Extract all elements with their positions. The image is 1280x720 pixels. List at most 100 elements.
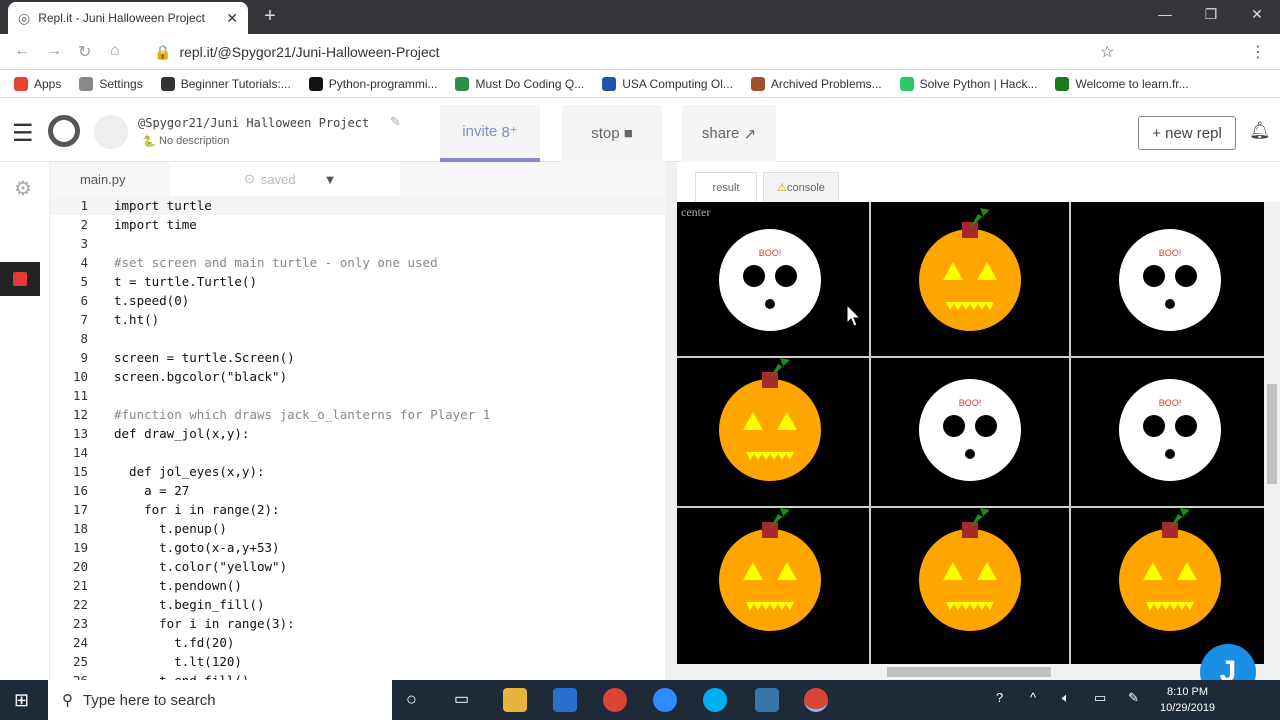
vertical-scrollbar[interactable] [1264, 202, 1280, 664]
line-text: for i in range(2): [114, 502, 280, 517]
forward-icon[interactable]: → [46, 42, 62, 60]
code-line[interactable]: 18 t.penup() [50, 519, 665, 538]
code-line[interactable]: 14 [50, 443, 665, 462]
repl-description[interactable]: No description [159, 135, 229, 147]
menu-kebab-icon[interactable]: ⋮ [1250, 42, 1266, 62]
file-explorer-icon[interactable] [503, 688, 527, 712]
code-line[interactable]: 20 t.color("yellow") [50, 557, 665, 576]
line-number: 6 [80, 293, 88, 308]
code-editor[interactable]: main.py ⊙ saved ▼ 1 import turtle 2 import ti… [50, 162, 665, 680]
edit-pencil-icon[interactable]: ✎ [390, 114, 401, 130]
code-line[interactable]: 10 screen.bgcolor("black") [50, 367, 665, 386]
chrome-icon[interactable] [603, 688, 627, 712]
clock[interactable]: 8:10 PM 10/29/2019 [1160, 684, 1215, 716]
back-icon[interactable]: ← [14, 42, 30, 60]
minimize-icon[interactable]: — [1150, 6, 1180, 22]
code-line[interactable]: 25 t.lt(120) [50, 652, 665, 671]
bookmark-item[interactable]: Welcome to learn.fr... [1055, 76, 1189, 91]
code-line[interactable]: 8 [50, 329, 665, 348]
line-number: 22 [72, 597, 88, 612]
line-text: t.color("yellow") [114, 559, 288, 574]
bookmark-item[interactable]: Solve Python | Hack... [899, 76, 1037, 91]
code-line[interactable]: 17 for i in range(2): [50, 500, 665, 519]
code-line[interactable]: 15 def jol_eyes(x,y): [50, 462, 665, 481]
code-line[interactable]: 2 import time [50, 215, 665, 234]
pumpkin-stem [962, 522, 978, 538]
file-tab-main[interactable]: main.py [50, 172, 156, 187]
bookmark-item[interactable]: Must Do Coding Q... [455, 76, 584, 91]
code-line[interactable]: 16 a = 27 [50, 481, 665, 500]
reload-icon[interactable]: ↻ [78, 42, 91, 62]
browser-tab[interactable]: ◎ Repl.it - Juni Halloween Project ✕ [8, 2, 248, 34]
dropdown-caret-icon[interactable]: ▼ [324, 172, 337, 187]
code-line[interactable]: 22 t.begin_fill() [50, 595, 665, 614]
url-input[interactable]: 🔒 repl.it/@Spygor21/Juni-Halloween-Proje… [140, 38, 1140, 66]
ghost-eye [1143, 265, 1165, 287]
battery-icon[interactable]: ▭ [1094, 690, 1106, 706]
code-line[interactable]: 6 t.speed(0) [50, 291, 665, 310]
taskbar-search[interactable]: ⚲ Type here to search [48, 680, 392, 720]
bookmark-item[interactable]: Python-programmi... [308, 76, 437, 91]
bookmark-item[interactable]: Archived Problems... [750, 76, 882, 91]
code-line[interactable]: 13 def draw_jol(x,y): [50, 424, 665, 443]
tab-console[interactable]: ⚠ console [763, 172, 839, 202]
settings-gear-icon[interactable]: ⚙ [14, 176, 32, 201]
code-line[interactable]: 21 t.pendown() [50, 576, 665, 595]
code-lines[interactable]: 1 import turtle 2 import time 3 4 #set screen … [50, 196, 665, 680]
code-line[interactable]: 1 import turtle [50, 196, 665, 215]
hamburger-menu-icon[interactable]: ☰ [12, 119, 34, 148]
code-line[interactable]: 12 #function which draws jack_o_lanterns … [50, 405, 665, 424]
share-button[interactable]: share ↗ [682, 105, 776, 162]
zoom-icon[interactable] [653, 688, 677, 712]
code-line[interactable]: 9 screen = turtle.Screen() [50, 348, 665, 367]
notification-bell-icon[interactable]: 🔔︎ [1249, 121, 1271, 141]
stop-button[interactable]: stop ■ [562, 105, 662, 162]
restore-icon[interactable]: ❐ [1196, 6, 1226, 23]
replit-logo-icon[interactable] [48, 115, 80, 147]
bookmark-item[interactable]: USA Computing Ol... [602, 76, 733, 91]
cortana-icon[interactable]: ○ [406, 689, 417, 710]
code-line[interactable]: 24 t.fd(20) [50, 633, 665, 652]
new-repl-button[interactable]: + new repl [1138, 116, 1236, 150]
pane-resize-handle[interactable] [665, 162, 677, 680]
repl-title[interactable]: @Spygor21/Juni Halloween Project [138, 116, 369, 130]
code-line[interactable]: 23 for i in range(3): [50, 614, 665, 633]
invite-button[interactable]: invite 8⁺ [440, 105, 540, 162]
windows-start-icon[interactable]: ⊞ [14, 690, 29, 711]
help-icon[interactable]: ? [996, 690, 1003, 705]
code-line[interactable]: 26 t.end_fill() [50, 671, 665, 680]
record-button[interactable] [0, 262, 40, 296]
skype-icon[interactable] [703, 688, 727, 712]
tray-up-icon[interactable]: ^ [1030, 690, 1036, 705]
bookmark-star-icon[interactable]: ☆ [1100, 42, 1114, 62]
home-icon[interactable]: ⌂ [110, 42, 120, 60]
code-line[interactable]: 3 [50, 234, 665, 253]
line-text: t = turtle.Turtle() [114, 274, 257, 289]
horizontal-scrollbar[interactable] [677, 664, 1280, 680]
ghost-face [919, 379, 1021, 481]
code-line[interactable]: 5 t = turtle.Turtle() [50, 272, 665, 291]
volume-icon[interactable]: 🔈︎ [1062, 690, 1070, 706]
close-tab-icon[interactable]: ✕ [226, 10, 238, 27]
close-window-icon[interactable]: ✕ [1242, 6, 1272, 23]
bookmark-item[interactable]: Apps [14, 76, 61, 91]
turtle-canvas[interactable]: BOO! BOO! BOO! BOO! center [677, 202, 1264, 664]
bookmark-item[interactable]: Settings [79, 76, 143, 91]
code-line[interactable]: 4 #set screen and main turtle - only one … [50, 253, 665, 272]
code-line[interactable]: 19 t.goto(x-a,y+53) [50, 538, 665, 557]
code-line[interactable]: 11 [50, 386, 665, 405]
bookmark-favicon-icon [750, 76, 765, 91]
bookmark-item[interactable]: Beginner Tutorials:... [160, 76, 291, 91]
pen-icon[interactable]: ✎ [1128, 690, 1139, 706]
avatar[interactable] [94, 115, 128, 149]
new-tab-button[interactable]: + [258, 6, 282, 28]
task-view-icon[interactable]: ▭ [454, 689, 469, 709]
tab-result[interactable]: result [695, 172, 757, 202]
code-line[interactable]: 7 t.ht() [50, 310, 665, 329]
share-label: share [701, 125, 740, 142]
chrome-active-icon[interactable] [804, 688, 828, 712]
pumpkin-body [919, 529, 1021, 631]
python-idle-icon[interactable] [755, 688, 779, 712]
store-icon[interactable] [553, 688, 577, 712]
browser-titlebar: ◎ Repl.it - Juni Halloween Project ✕ + —… [0, 0, 1280, 34]
